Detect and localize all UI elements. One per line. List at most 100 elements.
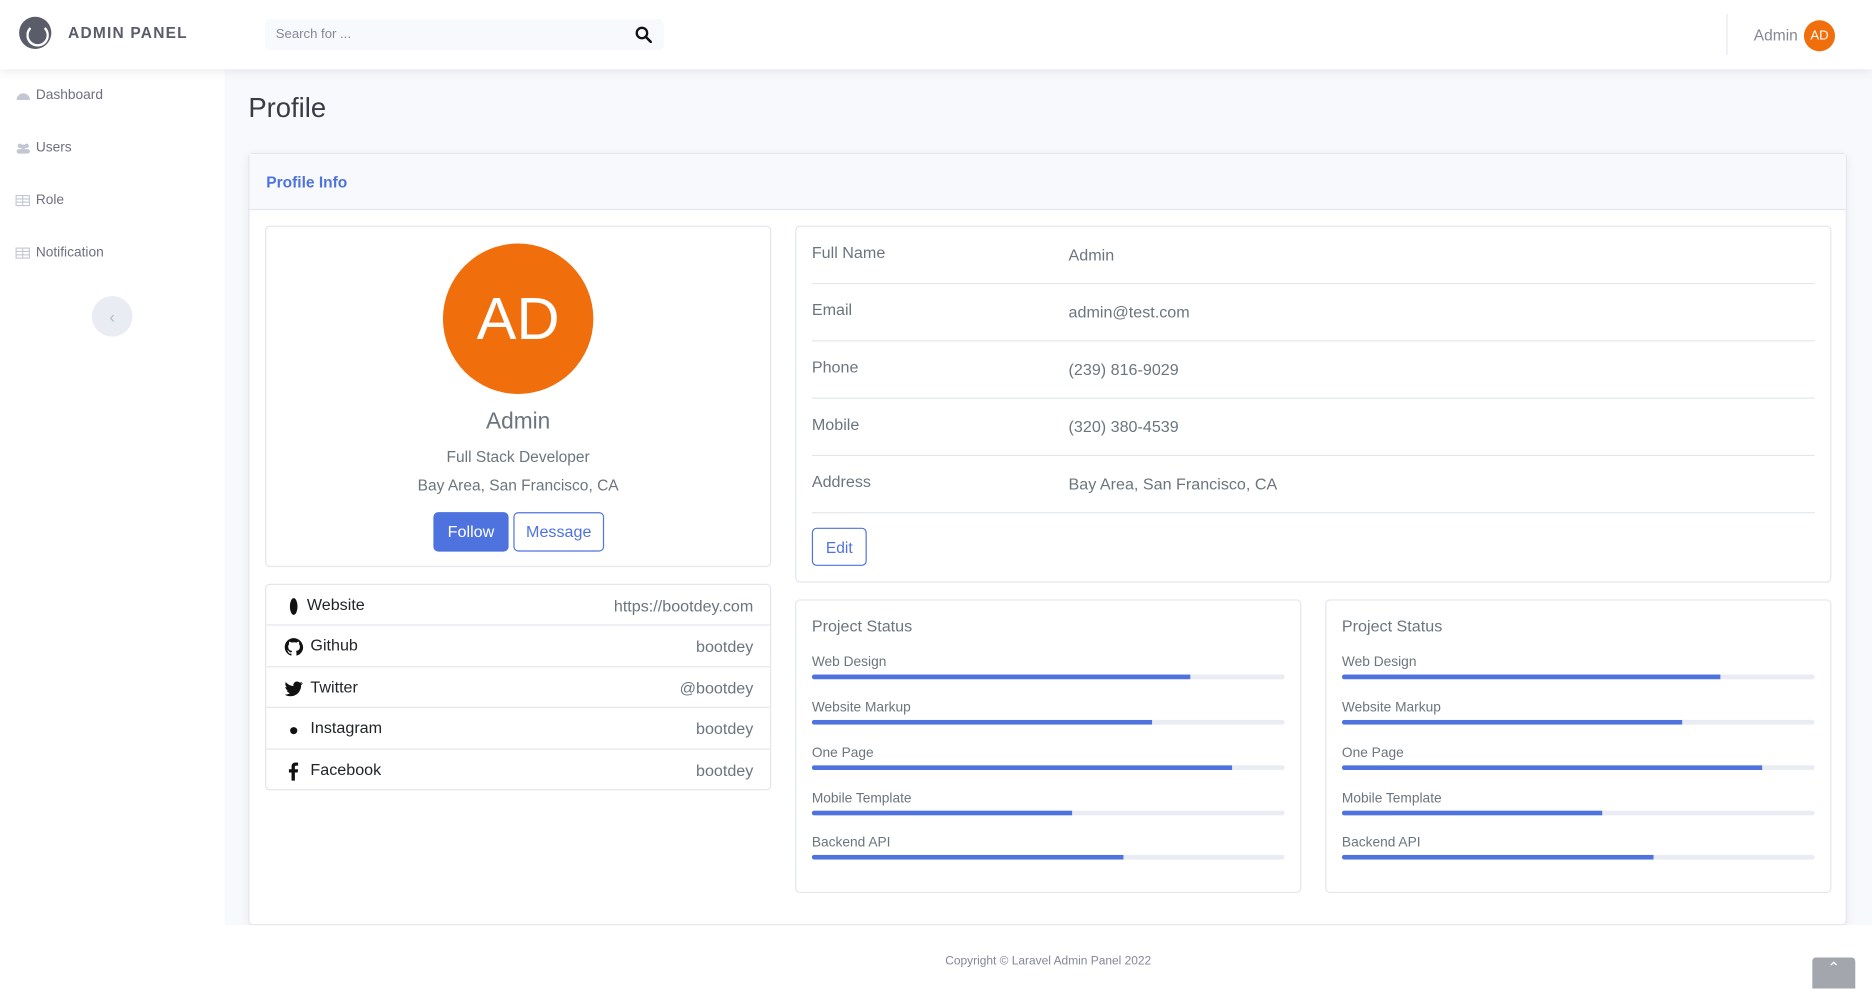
- social-label: Instagram: [310, 718, 383, 737]
- profile-avatar: AD: [442, 243, 594, 394]
- table-icon: [15, 247, 30, 259]
- instagram-icon: [290, 727, 298, 735]
- search-icon[interactable]: [635, 26, 652, 43]
- social-row-facebook[interactable]: Facebook bootdey: [266, 749, 770, 790]
- progress-fill: [1341, 719, 1683, 725]
- project-item: Web Design: [811, 655, 1285, 691]
- project-status-card: Project Status Web Design Website Markup…: [795, 599, 1302, 894]
- user-name[interactable]: Admin: [1754, 26, 1798, 44]
- topbar-divider: [1726, 14, 1728, 55]
- brand-logo-icon: [19, 16, 52, 49]
- project-label: Mobile Template: [811, 791, 912, 806]
- project-label: Website Markup: [1341, 700, 1441, 716]
- progress-fill: [1341, 854, 1654, 860]
- sidebar: Dashboard Users Role Notification ‹: [0, 69, 225, 926]
- social-value[interactable]: bootdey: [696, 761, 753, 779]
- project-item: Mobile Template: [1341, 791, 1815, 828]
- social-value[interactable]: bootdey: [696, 720, 753, 738]
- social-row-instagram[interactable]: Instagram bootdey: [266, 708, 771, 750]
- project-status-card: Project Status Web Design Website Markup…: [1325, 599, 1832, 894]
- progress-track: [1341, 719, 1815, 725]
- social-row-github[interactable]: Github bootdey: [266, 626, 771, 668]
- detail-label: Address: [811, 472, 871, 491]
- project-label: One Page: [811, 746, 874, 761]
- copyright-text: Copyright © Laravel Admin Panel 2022: [945, 955, 1152, 969]
- progress-fill: [811, 854, 1124, 860]
- detail-label: Phone: [811, 358, 859, 377]
- project-label: One Page: [1341, 746, 1404, 761]
- progress-fill: [1341, 765, 1763, 771]
- sidebar-item-users[interactable]: Users: [16, 141, 72, 155]
- social-value[interactable]: @bootdey: [680, 679, 754, 697]
- message-button[interactable]: Message: [513, 512, 605, 552]
- detail-label: Email: [811, 300, 853, 319]
- social-links-list: Website https://bootdey.com Github bootd…: [265, 583, 772, 791]
- search-bar: [265, 19, 664, 51]
- progress-track: [811, 719, 1285, 725]
- footer: Copyright © Laravel Admin Panel 2022: [224, 925, 1872, 991]
- detail-value: admin@test.com: [1068, 303, 1190, 322]
- detail-label: Mobile: [811, 415, 860, 434]
- search-input[interactable]: [265, 19, 612, 51]
- project-label: Web Design: [811, 655, 887, 670]
- sidebar-item-dashboard[interactable]: Dashboard: [16, 88, 103, 103]
- progress-fill: [1341, 674, 1721, 680]
- project-label: Website Markup: [811, 700, 911, 716]
- github-icon: [284, 638, 304, 657]
- user-avatar[interactable]: AD: [1803, 20, 1835, 52]
- detail-value: (320) 380-4539: [1068, 417, 1179, 436]
- sidebar-item-notification[interactable]: Notification: [15, 246, 104, 260]
- detail-row-phone: Phone (239) 816-9029: [811, 341, 1815, 399]
- detail-row-email: Email admin@test.com: [811, 284, 1815, 342]
- social-value[interactable]: bootdey: [696, 638, 753, 656]
- social-value[interactable]: https://bootdey.com: [614, 597, 753, 615]
- progress-track: [1341, 674, 1815, 680]
- chevron-up-icon: ⌃: [1827, 958, 1841, 977]
- project-item: One Page: [811, 746, 1285, 782]
- social-label: Github: [310, 636, 358, 655]
- brand[interactable]: ADMIN PANEL: [19, 16, 188, 49]
- card-header: Profile Info: [249, 154, 1846, 211]
- progress-track: [1341, 765, 1815, 771]
- progress-track: [811, 854, 1285, 860]
- progress-fill: [811, 674, 1191, 680]
- profile-summary: AD Admin Full Stack Developer Bay Area, …: [265, 225, 772, 568]
- profile-location: Bay Area, San Francisco, CA: [417, 476, 619, 495]
- project-label: Mobile Template: [1341, 791, 1442, 806]
- profile-role: Full Stack Developer: [446, 447, 590, 466]
- gauge-icon: [16, 93, 30, 100]
- project-item: Backend API: [1341, 835, 1815, 872]
- profile-details: Full Name Admin Email admin@test.com Pho…: [795, 225, 1832, 583]
- project-item: One Page: [1341, 746, 1815, 782]
- twitter-icon: [284, 681, 303, 697]
- detail-row-mobile: Mobile (320) 380-4539: [811, 399, 1815, 457]
- project-status-title: Project Status: [1341, 617, 1443, 636]
- project-item: Website Markup: [1341, 700, 1815, 737]
- project-item: Backend API: [811, 835, 1285, 872]
- detail-label: Full Name: [811, 243, 886, 262]
- social-row-twitter[interactable]: Twitter @bootdey: [266, 667, 771, 709]
- progress-fill: [1341, 810, 1602, 816]
- progress-track: [1341, 810, 1815, 816]
- sidebar-toggle-button[interactable]: ‹: [91, 296, 133, 337]
- globe-icon: [289, 598, 298, 615]
- profile-name: Admin: [485, 409, 551, 435]
- sidebar-item-role[interactable]: Role: [15, 193, 65, 208]
- scroll-to-top-button[interactable]: ⌃: [1812, 957, 1856, 989]
- follow-button[interactable]: Follow: [433, 512, 509, 552]
- sidebar-item-label: Users: [35, 140, 72, 156]
- social-row-website[interactable]: Website https://bootdey.com: [266, 585, 771, 627]
- edit-button[interactable]: Edit: [811, 527, 867, 566]
- detail-value: (239) 816-9029: [1068, 360, 1179, 379]
- sidebar-item-label: Dashboard: [35, 88, 103, 103]
- detail-row-full-name: Full Name Admin: [811, 227, 1815, 285]
- detail-value: Admin: [1068, 245, 1115, 264]
- project-label: Backend API: [1341, 835, 1421, 851]
- progress-fill: [811, 810, 1072, 816]
- brand-title: ADMIN PANEL: [68, 23, 188, 42]
- app-root: ADMIN PANEL Admin AD Dashboard Users Rol…: [0, 0, 1872, 991]
- progress-fill: [811, 765, 1233, 771]
- progress-track: [811, 765, 1285, 771]
- sidebar-item-label: Role: [35, 193, 65, 208]
- project-label: Backend API: [811, 835, 891, 851]
